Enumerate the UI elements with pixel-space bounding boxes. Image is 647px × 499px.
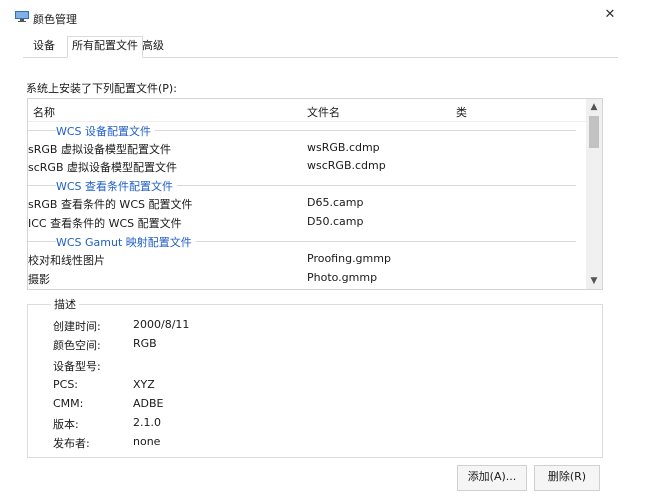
vertical-scrollbar[interactable]: ▲ ▼ xyxy=(586,99,602,289)
color-space-label: 颜色空间: xyxy=(53,339,101,352)
group-header-wcs-viewing: WCS 查看条件配置文件 xyxy=(28,176,586,194)
device-model-label: 设备型号: xyxy=(53,360,101,373)
description-groupbox xyxy=(27,304,603,458)
color-management-window: 颜色管理 ✕ 设备 所有配置文件 高级 系统上安装了下列配置文件(P): 名称 … xyxy=(0,0,647,499)
scrollbar-thumb[interactable] xyxy=(589,116,599,148)
publisher-value: none xyxy=(133,435,161,448)
column-header-filename[interactable]: 文件名 xyxy=(307,104,340,120)
profile-filename: Proofing.gmmp xyxy=(307,252,391,265)
profile-filename: wsRGB.cdmp xyxy=(307,141,380,154)
column-header-class[interactable]: 类 xyxy=(456,104,467,120)
group-label: WCS 查看条件配置文件 xyxy=(56,178,178,194)
profile-filename: Photo.gmmp xyxy=(307,271,378,284)
profile-filename: D65.camp xyxy=(307,196,364,209)
installed-profiles-label: 系统上安装了下列配置文件(P): xyxy=(26,82,177,95)
profile-filename: wscRGB.cdmp xyxy=(307,159,386,172)
profile-filename: D50.camp xyxy=(307,215,364,228)
profile-list[interactable]: 名称 文件名 类 WCS 设备配置文件 sRGB 虚拟设备模型配置文件 wsRG… xyxy=(27,98,603,290)
version-label: 版本: xyxy=(53,418,79,431)
window-title: 颜色管理 xyxy=(33,13,77,26)
title-bar: 颜色管理 ✕ xyxy=(0,0,647,30)
pcs-label: PCS: xyxy=(53,378,79,391)
list-item[interactable]: sRGB 查看条件的 WCS 配置文件 D65.camp xyxy=(28,194,586,212)
group-label: WCS Gamut 映射配置文件 xyxy=(56,234,196,250)
profile-name: sRGB 查看条件的 WCS 配置文件 xyxy=(28,198,193,211)
add-button[interactable]: 添加(A)... xyxy=(457,465,527,491)
group-header-wcs-gamut: WCS Gamut 映射配置文件 xyxy=(28,232,586,250)
list-item[interactable]: scRGB 虚拟设备模型配置文件 wscRGB.cdmp xyxy=(28,157,586,175)
color-management-app-icon xyxy=(15,11,29,22)
group-label: WCS 设备配置文件 xyxy=(56,123,156,139)
scroll-up-icon[interactable]: ▲ xyxy=(586,99,602,115)
color-space-value: RGB xyxy=(133,337,157,350)
list-header: 名称 文件名 类 xyxy=(28,99,586,122)
group-header-wcs-device: WCS 设备配置文件 xyxy=(28,121,586,139)
profile-name: sRGB 虚拟设备模型配置文件 xyxy=(28,143,171,156)
publisher-label: 发布者: xyxy=(53,437,90,450)
profile-name: scRGB 虚拟设备模型配置文件 xyxy=(28,161,177,174)
profile-name: 校对和线性图片 xyxy=(28,254,105,267)
list-item[interactable]: ICC 查看条件的 WCS 配置文件 D50.camp xyxy=(28,213,586,231)
version-value: 2.1.0 xyxy=(133,416,161,429)
created-value: 2000/8/11 xyxy=(133,318,190,331)
description-title: 描述 xyxy=(51,296,79,312)
profile-name: 摄影 xyxy=(28,273,50,286)
pcs-value: XYZ xyxy=(133,378,155,391)
close-icon[interactable]: ✕ xyxy=(604,8,616,21)
tab-strip: 设备 所有配置文件 高级 xyxy=(0,36,640,58)
tab-devices[interactable]: 设备 xyxy=(29,37,59,56)
profile-name: ICC 查看条件的 WCS 配置文件 xyxy=(28,217,182,230)
list-item[interactable]: 校对和线性图片 Proofing.gmmp xyxy=(28,250,586,268)
list-item[interactable]: sRGB 虚拟设备模型配置文件 wsRGB.cdmp xyxy=(28,139,586,157)
tab-all-profiles[interactable]: 所有配置文件 xyxy=(67,36,143,58)
remove-button[interactable]: 删除(R) xyxy=(534,465,600,491)
cmm-value: ADBE xyxy=(133,397,164,410)
column-header-name[interactable]: 名称 xyxy=(33,104,55,120)
scroll-down-icon[interactable]: ▼ xyxy=(586,273,602,289)
created-label: 创建时间: xyxy=(53,320,101,333)
list-item[interactable]: 摄影 Photo.gmmp xyxy=(28,269,586,287)
cmm-label: CMM: xyxy=(53,397,84,410)
